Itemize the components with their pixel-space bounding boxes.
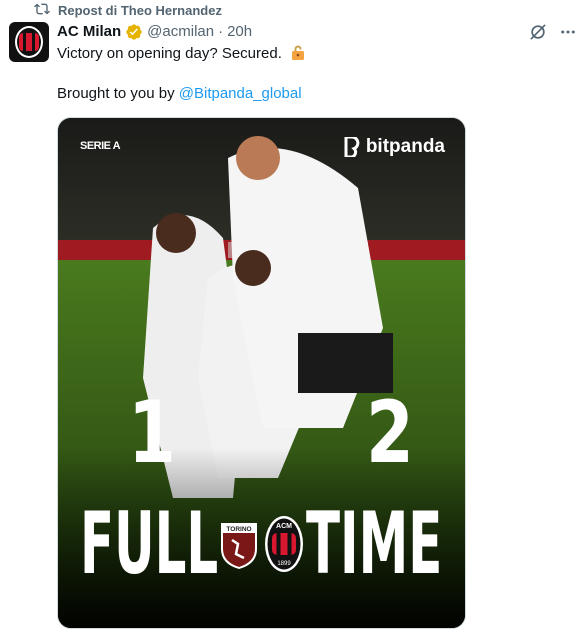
bitpanda-icon [344, 137, 360, 157]
acmilan-logo [15, 26, 43, 58]
svg-text:TORINO: TORINO [226, 526, 251, 533]
tweet-line-2: Brought to you by @Bitpanda_global [57, 84, 557, 104]
mention-link[interactable]: @Bitpanda_global [179, 85, 302, 102]
home-score: 1 [127, 383, 176, 483]
avatar[interactable] [9, 22, 49, 62]
full-word: FULL [80, 494, 219, 594]
competition-label: SERIE A [80, 140, 121, 152]
sponsor-name: bitpanda [365, 136, 445, 157]
more-options-button[interactable] [558, 22, 578, 42]
tweet-line-2-text: Brought to you by [57, 85, 179, 102]
svg-text:ACM: ACM [276, 523, 292, 530]
repost-header[interactable]: Repost di Theo Hernandez [34, 0, 222, 20]
separator-dot: · [218, 23, 224, 40]
author-name[interactable]: AC Milan [57, 22, 121, 42]
tweet-media-image[interactable]: SERIE A bitpanda 1 2 FULL TORINO ACM 189… [57, 117, 466, 629]
svg-text:1899: 1899 [277, 561, 291, 567]
tweet-text: Victory on opening day? Secured. Brought… [57, 44, 557, 104]
torino-crest-icon: TORINO [221, 523, 257, 569]
tweet-line-1-text: Victory on opening day? Secured. [57, 45, 282, 62]
time-word: TIME [306, 494, 443, 594]
author-handle[interactable]: @acmilan [147, 22, 214, 42]
verified-badge-icon[interactable] [125, 23, 143, 41]
grok-icon[interactable] [528, 22, 548, 42]
repost-icon [34, 1, 50, 20]
ellipsis-icon [561, 30, 575, 34]
away-score: 2 [365, 383, 414, 483]
tweet-header: AC Milan @acmilan · 20h [57, 22, 252, 42]
repost-label: Repost di Theo Hernandez [58, 2, 222, 18]
lock-emoji-icon [292, 45, 305, 60]
timestamp[interactable]: 20h [227, 22, 252, 42]
acmilan-crest-icon: ACM 1899 [265, 516, 303, 572]
sponsor-logo: bitpanda [344, 136, 445, 158]
tweet-line-1: Victory on opening day? Secured. [57, 44, 557, 64]
